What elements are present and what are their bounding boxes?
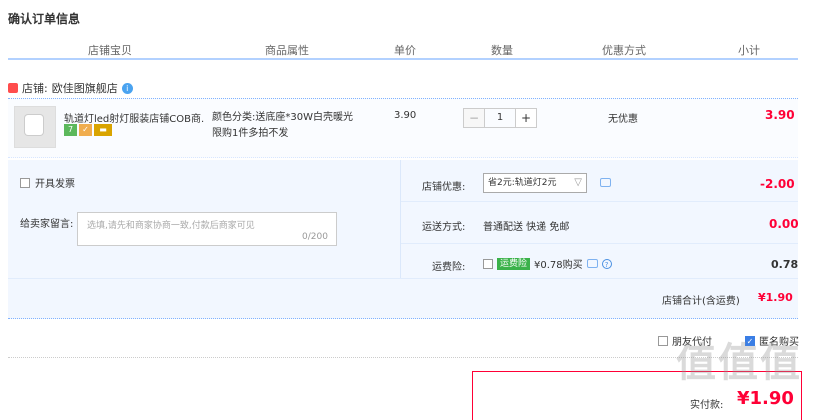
help-icon[interactable]: ?	[601, 258, 612, 269]
col-promotion: 优惠方式	[602, 44, 646, 57]
invoice-checkbox[interactable]	[20, 177, 30, 188]
store-prefix: 店铺:	[22, 82, 48, 95]
store-name-link[interactable]: 欧佳图旗舰店	[52, 80, 118, 96]
comment-icon[interactable]	[600, 178, 611, 187]
watermark: 值值值	[676, 340, 802, 386]
header-divider	[8, 58, 798, 60]
col-attributes: 商品属性	[265, 44, 309, 57]
product-attributes: 颜色分类:送底座*30W白壳暖光 限购1件多拍不发	[212, 110, 353, 142]
attr-color: 颜色分类:送底座*30W白壳暖光	[212, 112, 353, 123]
invoice-option[interactable]: 开具发票	[20, 175, 75, 190]
unit-price: 3.90	[394, 110, 417, 121]
insurance-checkbox[interactable]	[483, 258, 493, 269]
message-char-count: 0/200	[302, 232, 328, 242]
guarantee-icon: ✓	[79, 124, 92, 136]
row-divider	[8, 278, 798, 279]
insurance-price: ¥0.78购买	[534, 260, 583, 271]
card-payment-icon: ▬	[94, 124, 112, 136]
seven-day-return-icon: 7	[64, 124, 77, 136]
message-label: 给卖家留言:	[20, 219, 74, 230]
order-item-row	[8, 98, 798, 158]
quantity-stepper: − 1 +	[463, 108, 537, 128]
row-divider	[401, 201, 798, 202]
store-row: 店铺: 欧佳图旗舰店 i	[8, 80, 133, 96]
store-total-label: 店铺合计(含运费)	[662, 296, 740, 307]
store-discount-value: 省2元:轨道灯2元	[488, 178, 557, 188]
row-divider	[401, 243, 798, 244]
invoice-label: 开具发票	[35, 179, 75, 190]
final-payment-value: ¥1.90	[737, 388, 794, 409]
product-thumbnail[interactable]	[14, 106, 56, 148]
message-placeholder: 选填,请先和商家协商一致,付款后商家可见	[87, 221, 255, 231]
qty-input[interactable]: 1	[485, 108, 515, 128]
insurance-badge: 运费险	[497, 257, 531, 270]
col-subtotal: 小计	[738, 44, 760, 57]
shipping-fee: 0.00	[769, 217, 799, 231]
chat-seller-icon[interactable]: i	[121, 82, 133, 94]
qty-minus-button[interactable]: −	[463, 108, 485, 128]
service-badges: 7 ✓ ▬	[64, 124, 112, 136]
insurance-fee: 0.78	[771, 258, 799, 271]
panel-divider	[400, 160, 401, 278]
final-payment-label: 实付款:	[690, 400, 724, 411]
friend-pay-checkbox[interactable]	[658, 335, 668, 346]
store-discount-select[interactable]: 省2元:轨道灯2元 ▽	[483, 173, 587, 193]
store-discount-amount: -2.00	[760, 177, 795, 191]
shipping-method: 普通配送 快递 免邮	[483, 222, 570, 233]
col-store-item: 店铺宝贝	[88, 44, 132, 57]
store-discount-label: 店铺优惠:	[422, 182, 466, 193]
insurance-label: 运费险:	[432, 262, 466, 273]
item-subtotal: 3.90	[765, 108, 795, 122]
promotion-text: 无优惠	[608, 114, 638, 125]
store-tag-icon	[8, 83, 18, 93]
col-unit-price: 单价	[394, 44, 416, 57]
chevron-down-icon: ▽	[574, 177, 582, 188]
store-total-value: ¥1.90	[758, 291, 793, 304]
insurance-option: 运费险 ¥0.78购买 ?	[483, 256, 612, 271]
qty-plus-button[interactable]: +	[515, 108, 537, 128]
attr-limit: 限购1件多拍不发	[212, 128, 289, 139]
page-title: 确认订单信息	[8, 12, 81, 26]
lamp-image-icon	[25, 115, 43, 135]
col-quantity: 数量	[491, 44, 513, 57]
comment-icon[interactable]	[586, 259, 598, 268]
product-name-link[interactable]: 轨道灯led射灯服装店铺COB商...	[64, 110, 204, 125]
shipping-label: 运送方式:	[422, 222, 466, 233]
